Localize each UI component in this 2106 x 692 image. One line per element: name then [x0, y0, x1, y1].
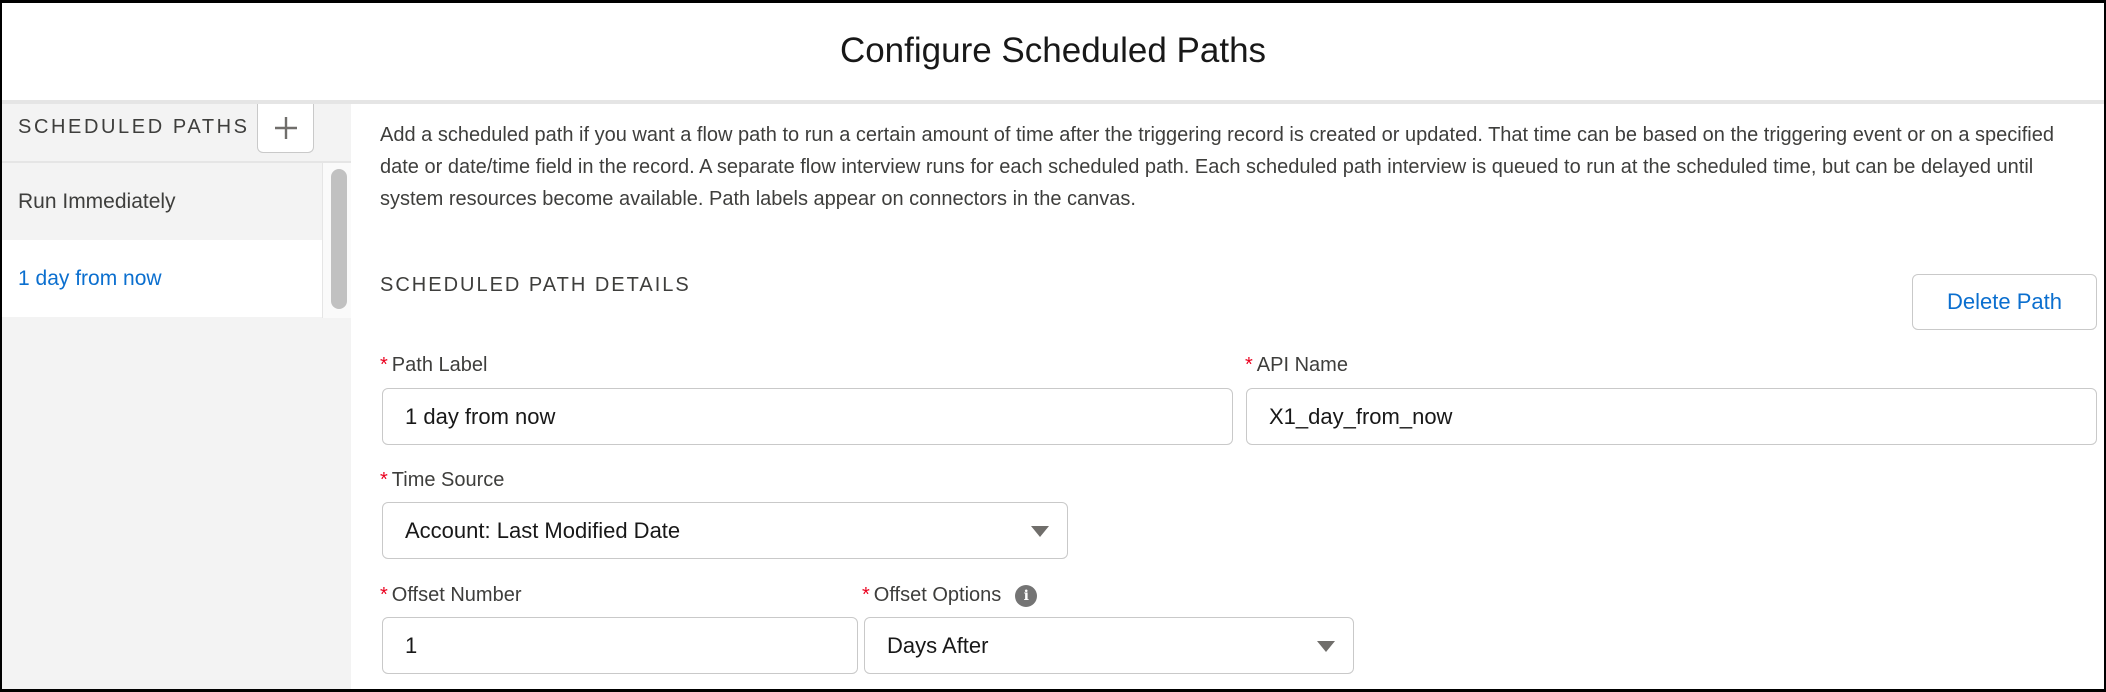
label-text: Path Label	[391, 354, 488, 376]
path-label-input[interactable]: 1 day from now	[382, 388, 1233, 445]
sidebar-header: SCHEDULED PATHS	[2, 104, 351, 163]
scrollbar-thumb[interactable]	[331, 169, 347, 309]
dialog-title: Configure Scheduled Paths	[839, 30, 1267, 70]
chevron-down-icon	[1317, 640, 1335, 652]
sidebar-heading: SCHEDULED PATHS	[18, 116, 250, 138]
input-value: 1 day from now	[405, 403, 556, 429]
select-value: Days After	[887, 632, 989, 658]
time-source-select[interactable]: Account: Last Modified Date	[382, 502, 1068, 559]
add-scheduled-path-button[interactable]	[257, 104, 314, 153]
required-asterisk: *	[1245, 354, 1253, 376]
api-name-field-label: * API Name	[1245, 354, 1348, 377]
path-label-field-label: * Path Label	[380, 354, 487, 377]
offset-options-field-label: * Offset Options i	[862, 584, 1038, 607]
required-asterisk: *	[862, 584, 870, 606]
input-value: 1	[405, 632, 418, 658]
required-asterisk: *	[380, 469, 388, 491]
plus-icon	[274, 117, 297, 139]
chevron-down-icon	[1031, 525, 1049, 537]
required-asterisk: *	[380, 584, 388, 606]
sidebar-item-run-immediately[interactable]: Run Immediately	[2, 163, 322, 240]
input-value: X1_day_from_now	[1269, 403, 1453, 429]
required-asterisk: *	[380, 354, 388, 376]
label-text: API Name	[1256, 354, 1348, 376]
label-text: Time Source	[391, 469, 505, 491]
sidebar-item-label: Run Immediately	[18, 189, 176, 213]
offset-options-select[interactable]: Days After	[864, 617, 1354, 674]
scheduled-paths-list: Run Immediately 1 day from now	[2, 163, 322, 318]
sidebar-item-label: 1 day from now	[18, 266, 162, 290]
path-details-panel: Add a scheduled path if you want a flow …	[351, 104, 2104, 689]
section-title: SCHEDULED PATH DETAILS	[380, 274, 691, 296]
sidebar-scrollbar[interactable]	[322, 163, 351, 318]
configure-scheduled-paths-dialog: Configure Scheduled Paths SCHEDULED PATH…	[0, 0, 2106, 692]
sidebar-item-1-day-from-now[interactable]: 1 day from now	[2, 240, 322, 317]
offset-number-input[interactable]: 1	[382, 617, 858, 674]
time-source-field-label: * Time Source	[380, 469, 504, 492]
description-text: Add a scheduled path if you want a flow …	[380, 124, 2054, 210]
label-text: Offset Number	[391, 584, 522, 606]
dialog-header: Configure Scheduled Paths	[2, 3, 2104, 104]
api-name-input[interactable]: X1_day_from_now	[1246, 388, 2097, 445]
scheduled-paths-sidebar: SCHEDULED PATHS Run Immediately 1 day fr…	[2, 104, 351, 689]
select-value: Account: Last Modified Date	[405, 517, 681, 543]
info-icon[interactable]: i	[1015, 584, 1038, 607]
delete-path-button[interactable]: Delete Path	[1912, 274, 2097, 330]
label-text: Offset Options	[873, 584, 1002, 606]
offset-number-field-label: * Offset Number	[380, 584, 521, 607]
